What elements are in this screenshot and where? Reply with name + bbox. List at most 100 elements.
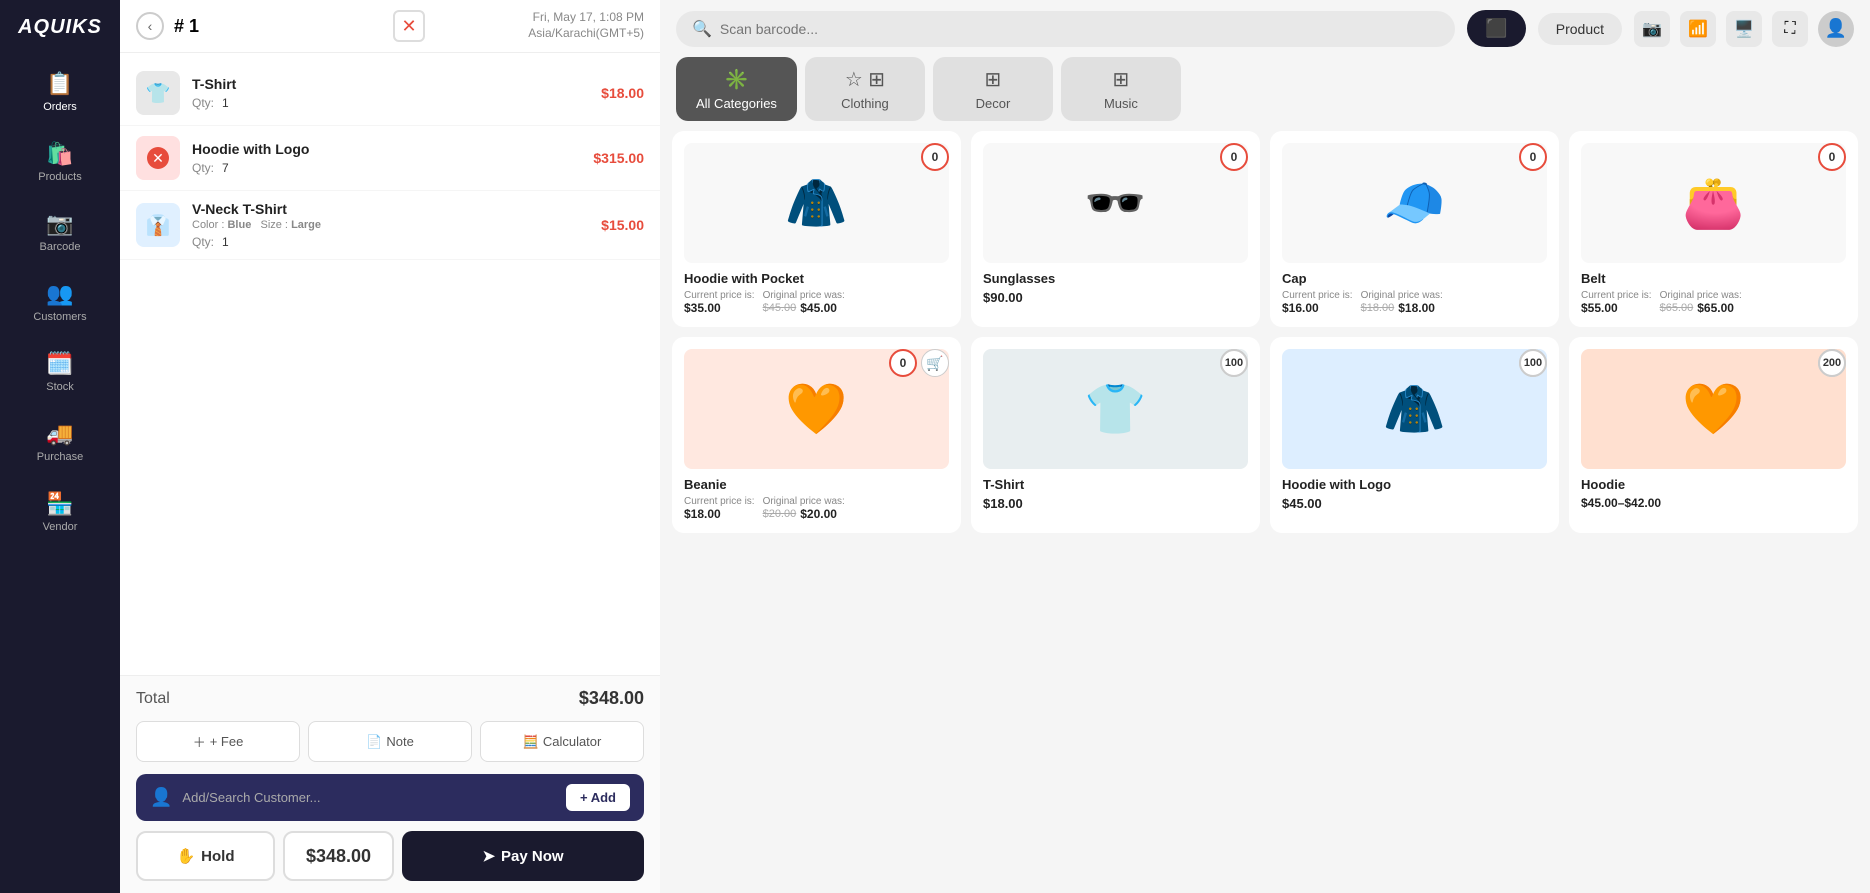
sunglasses-price: $90.00	[983, 290, 1248, 305]
search-icon: 🔍	[692, 19, 712, 39]
tshirt-grid-name: T-Shirt	[983, 477, 1248, 492]
total-amount: $348.00	[579, 688, 644, 709]
sidebar-label-products: Products	[38, 171, 81, 183]
hoodie-pocket-qty: 0	[921, 143, 949, 171]
customer-icon: 👤	[150, 787, 172, 808]
category-clothing[interactable]: ☆ ⊞ Clothing	[805, 57, 925, 121]
topbar-icons: 📷 📶 🖥️ ⛶ 👤	[1634, 11, 1854, 47]
sidebar-item-purchase[interactable]: 🚚 Purchase	[0, 409, 120, 475]
orders-icon: 📋	[46, 71, 73, 97]
hoodie-pocket-name: Hoodie with Pocket	[684, 271, 949, 286]
category-all-categories[interactable]: ✳️ All Categories	[676, 57, 797, 121]
sidebar-item-customers[interactable]: 👥 Customers	[0, 269, 120, 335]
product-toggle-button[interactable]: Product	[1538, 13, 1622, 45]
camera-icon-button[interactable]: 📷	[1634, 11, 1670, 47]
hold-button[interactable]: ✋ Hold	[136, 831, 275, 881]
sunglasses-image: 🕶️	[983, 143, 1248, 263]
tshirt-price: $18.00	[601, 85, 644, 101]
sunglasses-name: Sunglasses	[983, 271, 1248, 286]
hoodie-grid-image: 🧡	[1581, 349, 1846, 469]
hoodie-grid-name: Hoodie	[1581, 477, 1846, 492]
sunglasses-qty: 0	[1220, 143, 1248, 171]
send-icon: ➤	[482, 847, 495, 865]
calculator-button[interactable]: 🧮 Calculator	[480, 721, 644, 762]
belt-name: Belt	[1581, 271, 1846, 286]
fee-button[interactable]: ＋ + Fee	[136, 721, 300, 762]
sidebar-label-purchase: Purchase	[37, 451, 83, 463]
product-tshirt-grid[interactable]: 👕 🛒 100 T-Shirt $18.00	[971, 337, 1260, 533]
purchase-icon: 🚚	[46, 421, 73, 447]
hoodie-logo-grid-name: Hoodie with Logo	[1282, 477, 1547, 492]
products-grid: 🧥 0 Hoodie with Pocket Current price is:…	[660, 131, 1870, 893]
barcode-input-wrap: 🔍	[676, 11, 1455, 47]
vneck-info: V-Neck T-Shirt Color : Blue Size : Large…	[192, 201, 589, 249]
customer-placeholder-text: Add/Search Customer...	[182, 790, 556, 805]
decor-icon: ⊞	[985, 67, 1002, 92]
close-order-button[interactable]: ✕	[393, 10, 425, 42]
vendor-icon: 🏪	[46, 491, 73, 517]
product-beanie[interactable]: 🧡 🛒 0 Beanie Current price is: $18.00 Or…	[672, 337, 961, 533]
product-topbar: 🔍 ⬛ Product 📷 📶 🖥️ ⛶ 👤	[660, 0, 1870, 57]
hoodie-logo-grid-image: 🧥	[1282, 349, 1547, 469]
product-cap[interactable]: 🧢 0 Cap Current price is: $16.00 Origina…	[1270, 131, 1559, 327]
sidebar-item-barcode[interactable]: 📷 Barcode	[0, 199, 120, 265]
calculator-icon: 🧮	[523, 734, 539, 750]
display-icon-button[interactable]: 🖥️	[1726, 11, 1762, 47]
hold-icon: ✋	[176, 847, 195, 865]
product-hoodie-pocket[interactable]: 🧥 0 Hoodie with Pocket Current price is:…	[672, 131, 961, 327]
hoodie-logo-info: Hoodie with Logo Qty: 7	[192, 141, 581, 175]
sidebar-label-stock: Stock	[46, 381, 74, 393]
tshirt-grid-image: 👕	[983, 349, 1248, 469]
order-item-vneck: 👔 V-Neck T-Shirt Color : Blue Size : Lar…	[120, 191, 660, 260]
remove-hoodie-logo-button[interactable]: ✕	[147, 147, 169, 169]
beanie-cart-badge: 🛒	[921, 349, 949, 377]
category-decor[interactable]: ⊞ Decor	[933, 57, 1053, 121]
product-belt[interactable]: 👛 0 Belt Current price is: $55.00 Origin…	[1569, 131, 1858, 327]
note-button[interactable]: 📄 Note	[308, 721, 472, 762]
beanie-qty: 0	[889, 349, 917, 377]
order-datetime: Fri, May 17, 1:08 PM Asia/Karachi(GMT+5)	[435, 10, 644, 41]
add-customer-button[interactable]: + Add	[566, 784, 630, 811]
belt-qty: 0	[1818, 143, 1846, 171]
user-avatar-button[interactable]: 👤	[1818, 11, 1854, 47]
sidebar-label-orders: Orders	[43, 101, 77, 113]
hoodie-logo-price: $315.00	[593, 150, 644, 166]
pay-now-button[interactable]: ➤ Pay Now	[402, 831, 644, 881]
product-sunglasses[interactable]: 🕶️ 0 Sunglasses $90.00	[971, 131, 1260, 327]
cap-name: Cap	[1282, 271, 1547, 286]
vneck-thumbnail: 👔	[136, 203, 180, 247]
product-hoodie-grid[interactable]: 🧡 ⊞ 200 Hoodie $45.00–$42.00	[1569, 337, 1858, 533]
wifi-icon-button[interactable]: 📶	[1680, 11, 1716, 47]
clothing-label: Clothing	[841, 96, 889, 111]
hoodie-logo-thumbnail: ✕	[136, 136, 180, 180]
scan-button[interactable]: ⬛	[1467, 10, 1525, 47]
footer-actions: ＋ + Fee 📄 Note 🧮 Calculator	[136, 721, 644, 762]
total-row: Total $348.00	[136, 688, 644, 709]
product-area: 🔍 ⬛ Product 📷 📶 🖥️ ⛶ 👤 ✳️ All Categories…	[660, 0, 1870, 893]
sidebar-item-products[interactable]: 🛍️ Products	[0, 129, 120, 195]
barcode-icon: 📷	[46, 211, 73, 237]
all-categories-icon: ✳️	[724, 67, 749, 92]
order-item-tshirt: 👕 T-Shirt Qty: 1 $18.00	[120, 61, 660, 126]
sidebar-item-orders[interactable]: 📋 Orders	[0, 59, 120, 125]
barcode-input[interactable]	[720, 21, 1439, 37]
stock-icon: 🗓️	[46, 351, 73, 377]
product-hoodie-logo-grid[interactable]: 🧥 🛒 100 Hoodie with Logo $45.00	[1270, 337, 1559, 533]
plus-icon: ＋	[193, 732, 206, 751]
back-button[interactable]: ‹	[136, 12, 164, 40]
order-items-list: 👕 T-Shirt Qty: 1 $18.00 ✕ Hoodie with Lo…	[120, 53, 660, 675]
tshirt-grid-price: $18.00	[983, 496, 1248, 511]
hoodie-logo-name: Hoodie with Logo	[192, 141, 581, 157]
hoodie-grid-price: $45.00–$42.00	[1581, 496, 1846, 510]
order-header: ‹ # 1 ✕ Fri, May 17, 1:08 PM Asia/Karach…	[120, 0, 660, 53]
sidebar-item-stock[interactable]: 🗓️ Stock	[0, 339, 120, 405]
hoodie-logo-qty-row: Qty: 7	[192, 161, 581, 175]
tshirt-qty-row: Qty: 1	[192, 96, 589, 110]
note-icon: 📄	[366, 734, 382, 750]
category-music[interactable]: ⊞ Music	[1061, 57, 1181, 121]
sidebar: AQUIKS 📋 Orders 🛍️ Products 📷 Barcode 👥 …	[0, 0, 120, 893]
hoodie-logo-grid-price: $45.00	[1282, 496, 1547, 511]
expand-icon-button[interactable]: ⛶	[1772, 11, 1808, 47]
sidebar-item-vendor[interactable]: 🏪 Vendor	[0, 479, 120, 545]
all-categories-label: All Categories	[696, 96, 777, 111]
